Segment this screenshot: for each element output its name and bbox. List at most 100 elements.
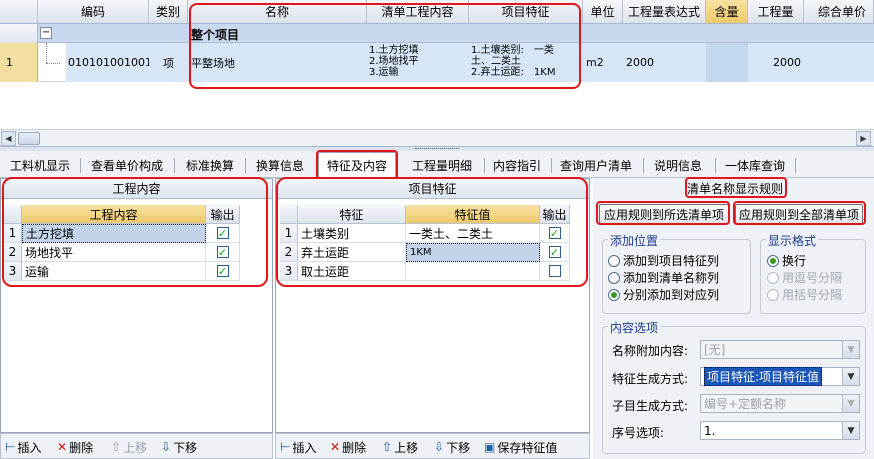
add-position-label: 添加位置 xyxy=(608,232,661,249)
tab-quantity-detail[interactable]: 工程量明细 xyxy=(403,156,481,175)
horizontal-scrollbar[interactable]: ◀ ▶ xyxy=(0,129,874,146)
seq-value: 1. xyxy=(704,423,716,438)
content-options-label: 内容选项 xyxy=(608,319,661,336)
highlight-box-tab xyxy=(316,150,398,180)
tab-separator xyxy=(551,158,552,173)
delete-icon: ✕ xyxy=(57,440,68,454)
feature-mode-select[interactable]: 项目特征:项目特征值 ▼ xyxy=(700,367,860,386)
radio-label: 分别添加到对应列 xyxy=(623,288,720,302)
highlight-box-work-content xyxy=(2,177,268,287)
save-feature-button[interactable]: ▣ 保存特征值 xyxy=(484,438,557,456)
scroll-left-icon[interactable]: ◀ xyxy=(1,131,16,146)
col-quantity[interactable]: 工程量 xyxy=(748,0,804,24)
row-type[interactable]: 项 xyxy=(149,43,188,82)
col-unit[interactable]: 单位 xyxy=(583,0,623,24)
arrow-up-icon: ⇧ xyxy=(382,440,393,454)
seq-select[interactable]: 1. ▼ xyxy=(700,421,860,440)
move-down-button[interactable]: ⇩ 下移 xyxy=(161,438,197,456)
insert-label: 插入 xyxy=(292,440,317,455)
radio-newline[interactable]: 换行 xyxy=(767,252,806,269)
tab-content-guide[interactable]: 内容指引 xyxy=(489,156,545,175)
chevron-down-icon[interactable]: ▼ xyxy=(842,395,859,412)
tab-bar: 工料机显示 查看单价构成 标准换算 换算信息 特征及内容 工程量明细 内容指引 … xyxy=(0,151,874,178)
row-content-ratio[interactable] xyxy=(706,43,748,82)
move-down-button[interactable]: ⇩ 下移 xyxy=(434,438,470,456)
feature-mode-label: 特征生成方式: xyxy=(612,372,689,386)
move-down-label: 下移 xyxy=(173,440,198,455)
collapse-icon[interactable]: − xyxy=(40,27,52,39)
move-up-button[interactable]: ⇧ 上移 xyxy=(382,438,418,456)
col-content-ratio[interactable]: 含量 xyxy=(706,0,748,24)
tree-line-h xyxy=(46,63,60,64)
name-suffix-select[interactable]: [无] ▼ xyxy=(700,340,860,359)
delete-button[interactable]: ✕ 删除 xyxy=(57,438,93,456)
radio-add-separately[interactable]: 分别添加到对应列 xyxy=(608,286,719,303)
display-format-label: 显示格式 xyxy=(766,232,819,249)
radio-circle[interactable] xyxy=(767,254,779,267)
arrow-down-icon: ⇩ xyxy=(161,440,172,454)
row-code[interactable]: 010101001001 xyxy=(66,43,149,82)
row-unit-price[interactable] xyxy=(804,43,874,82)
tab-separator xyxy=(80,158,81,173)
col-unit-price[interactable]: 综合单价 xyxy=(804,0,874,24)
radio-circle[interactable] xyxy=(767,288,779,301)
features-toolbar: ⊢ 插入 ✕ 删除 ⇧ 上移 ⇩ 下移 ▣ 保存特征值 xyxy=(275,433,590,459)
tab-labor-material[interactable]: 工料机显示 xyxy=(7,156,73,175)
tab-user-bills[interactable]: 查询用户清单 xyxy=(557,156,635,175)
scroll-right-icon[interactable]: ▶ xyxy=(856,131,871,146)
radio-bracket[interactable]: 用括号分隔 xyxy=(767,286,842,303)
col-code[interactable]: 编码 xyxy=(38,0,149,24)
tree-line-v xyxy=(46,43,47,63)
content-options-group: 内容选项 名称附加内容: [无] ▼ 特征生成方式: 项目特征:项目特征值 ▼ 子目… xyxy=(602,319,866,454)
row-quantity[interactable]: 2000 xyxy=(748,43,804,82)
arrow-down-icon: ⇩ xyxy=(434,440,445,454)
insert-icon: ⊢ xyxy=(280,440,291,454)
row-unit[interactable]: m2 xyxy=(583,43,623,82)
chevron-down-icon[interactable]: ▼ xyxy=(842,422,859,439)
radio-label: 用逗号分隔 xyxy=(782,271,843,285)
highlight-box-rules-title xyxy=(685,177,787,198)
tab-description[interactable]: 说明信息 xyxy=(650,156,706,175)
delete-button[interactable]: ✕ 删除 xyxy=(330,438,366,456)
row-number[interactable]: 1 xyxy=(0,43,38,82)
radio-add-to-name[interactable]: 添加到清单名称列 xyxy=(608,269,719,286)
radio-add-to-feature[interactable]: 添加到项目特征列 xyxy=(608,252,719,269)
move-up-label: 上移 xyxy=(123,440,148,455)
row-expr[interactable]: 2000 xyxy=(623,43,706,82)
highlight-box-apply-selected xyxy=(596,201,730,225)
tab-separator xyxy=(174,158,175,173)
seq-label: 序号选项: xyxy=(612,426,665,440)
chevron-down-icon[interactable]: ▼ xyxy=(842,368,859,385)
tab-conversion-info[interactable]: 换算信息 xyxy=(252,156,308,175)
tab-separator xyxy=(484,158,485,173)
work-content-toolbar: ⊢ 插入 ✕ 删除 ⇧ 上移 ⇩ 下移 xyxy=(0,433,273,459)
radio-label: 换行 xyxy=(782,254,807,268)
delete-icon: ✕ xyxy=(330,440,341,454)
highlight-box-features xyxy=(276,177,588,287)
insert-button[interactable]: ⊢ 插入 xyxy=(280,438,316,456)
radio-comma[interactable]: 用逗号分隔 xyxy=(767,269,842,286)
radio-circle[interactable] xyxy=(767,271,779,284)
tab-std-conversion[interactable]: 标准换算 xyxy=(182,156,238,175)
radio-circle[interactable] xyxy=(608,288,620,301)
col-type[interactable]: 类别 xyxy=(149,0,188,24)
chevron-down-icon[interactable]: ▼ xyxy=(842,341,859,358)
insert-button[interactable]: ⊢ 插入 xyxy=(5,438,41,456)
save-icon: ▣ xyxy=(484,440,496,454)
add-position-group: 添加位置 添加到项目特征列 添加到清单名称列 分别添加到对应列 xyxy=(602,232,751,314)
tab-separator xyxy=(245,158,246,173)
grid-corner xyxy=(0,0,38,24)
move-up-button[interactable]: ⇧ 上移 xyxy=(111,438,147,456)
radio-circle[interactable] xyxy=(608,271,620,284)
radio-circle[interactable] xyxy=(608,254,620,267)
group-row-header xyxy=(0,24,38,43)
tab-library-query[interactable]: 一体库查询 xyxy=(722,156,788,175)
tab-unit-price[interactable]: 查看单价构成 xyxy=(88,156,166,175)
sub-mode-select[interactable]: 编号+定额名称 ▼ xyxy=(700,394,860,413)
delete-label: 删除 xyxy=(342,440,367,455)
insert-label: 插入 xyxy=(17,440,42,455)
col-expr[interactable]: 工程量表达式 xyxy=(623,0,706,24)
name-suffix-label: 名称附加内容: xyxy=(612,344,689,358)
highlight-box-apply-all xyxy=(733,201,866,225)
scroll-thumb[interactable] xyxy=(18,132,40,145)
